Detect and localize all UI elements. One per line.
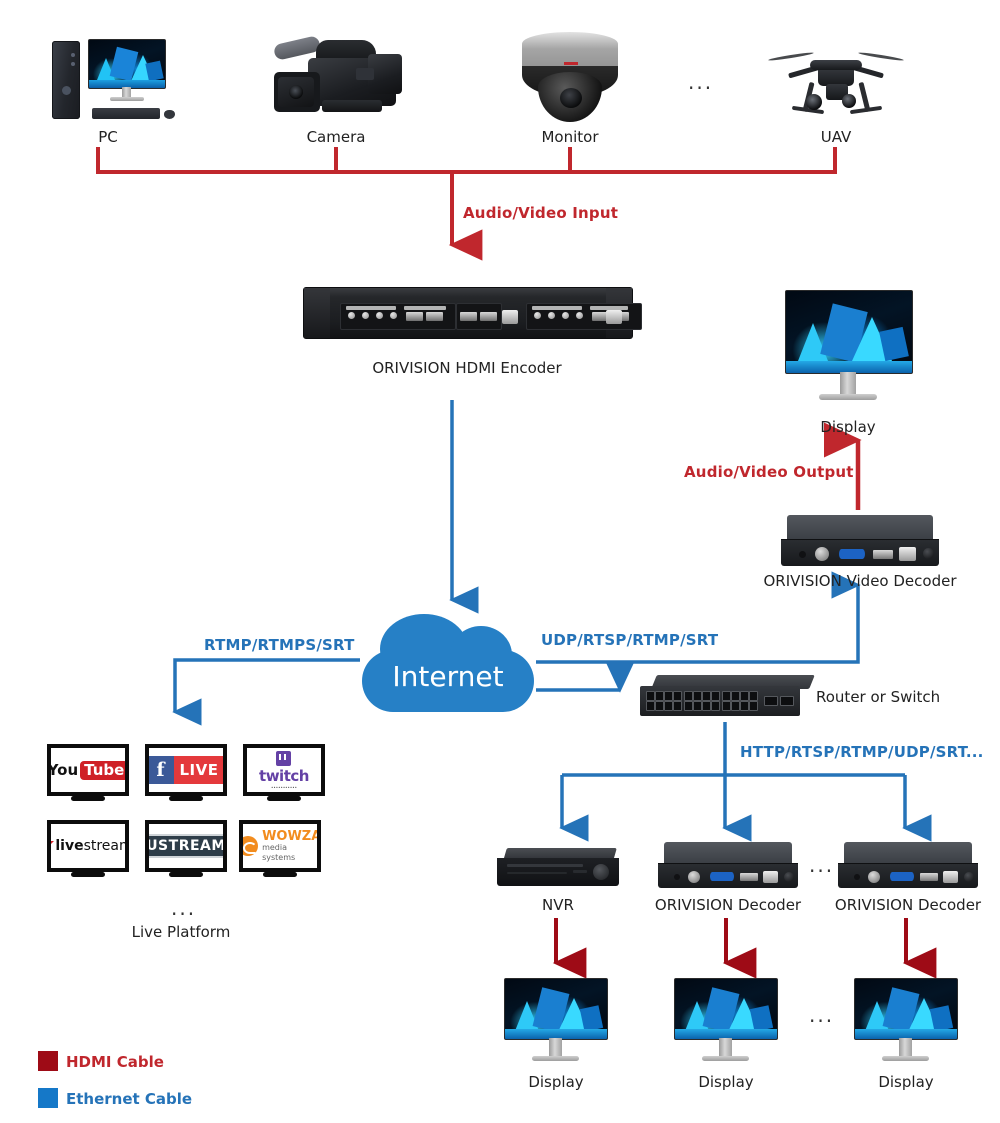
decoder-box-icon [658, 842, 798, 890]
wowza-text: WOWZA [262, 828, 321, 844]
monitor-icon [785, 290, 913, 415]
legend-swatch-hdmi [38, 1051, 58, 1071]
display-top-label: Display [820, 418, 876, 436]
platform-tile-wowza[interactable]: WOWZA media systems [239, 820, 321, 878]
platform-tile-ustream[interactable]: USTREAM [145, 820, 227, 878]
cloud-icon: Internet [358, 608, 538, 714]
endpoints-ellipsis: ... [809, 853, 835, 877]
wowza-subtext: media systems [262, 842, 296, 862]
source-label-pc: PC [98, 128, 118, 146]
cloud-label: Internet [392, 660, 504, 693]
livestream-text-b: stream [83, 838, 129, 854]
platform-tile-facebook-live[interactable]: f LIVE [145, 744, 227, 802]
legend-swatch-ethernet [38, 1088, 58, 1108]
diagram-canvas: PC Camera Monitor ... UAV Audio/Video In… [0, 0, 1000, 1123]
source-label-uav: UAV [820, 128, 852, 146]
link-label-audio-video-input: Audio/Video Input [463, 204, 619, 222]
twitch-text: twitch [259, 766, 309, 785]
sources-ellipsis: ... [688, 70, 714, 94]
monitor-icon [504, 978, 608, 1070]
monitor-icon [674, 978, 778, 1070]
wowza-swirl-icon [243, 836, 259, 856]
youtube-text-you: You [47, 760, 79, 779]
twitch-glyph-icon [276, 750, 292, 766]
drone-icon [766, 36, 906, 138]
nvr-icon [497, 848, 619, 890]
endpoint-label-nvr: NVR [542, 896, 574, 914]
youtube-text-tube: Tube [80, 760, 125, 780]
decoder-box-icon [838, 842, 978, 890]
link-label-lan: HTTP/RTSP/RTMP/UDP/SRT... [740, 743, 984, 761]
source-label-monitor: Monitor [541, 128, 599, 146]
legend-label-hdmi: HDMI Cable [66, 1053, 164, 1071]
link-label-udp: UDP/RTSP/RTMP/SRT [541, 631, 719, 649]
dome-camera-icon [514, 30, 626, 140]
decoder-box-icon [781, 515, 939, 567]
platform-tile-livestream[interactable]: live stream [47, 820, 129, 878]
livestream-text-a: live [55, 838, 84, 854]
facebook-f-glyph: f [149, 756, 174, 784]
live-platform-ellipsis: ... [171, 896, 197, 920]
camcorder-icon [268, 28, 408, 140]
source-label-camera: Camera [306, 128, 366, 146]
endpoint-label-decoder-2: ORIVISION Decoder [834, 896, 982, 914]
encoder-label: ORIVISION HDMI Encoder [372, 359, 562, 377]
twitch-subtext: ••••••••••• [271, 784, 297, 790]
display-label-2: Display [698, 1073, 754, 1091]
live-platform-caption: Live Platform [131, 923, 231, 941]
network-switch-icon [640, 675, 815, 719]
displays-ellipsis: ... [809, 1003, 835, 1027]
livestream-mark-icon [51, 840, 55, 852]
endpoint-label-decoder-1: ORIVISION Decoder [654, 896, 802, 914]
monitor-icon [854, 978, 958, 1070]
ustream-text: USTREAM [149, 834, 223, 858]
display-label-1: Display [528, 1073, 584, 1091]
link-label-rtmp: RTMP/RTMPS/SRT [204, 636, 355, 654]
rack-encoder-icon [303, 287, 642, 339]
legend-label-ethernet: Ethernet Cable [66, 1090, 193, 1108]
switch-label: Router or Switch [816, 688, 941, 706]
facebook-live-text: LIVE [173, 756, 223, 784]
desktop-computer-icon [48, 36, 175, 141]
platform-tile-twitch[interactable]: twitch ••••••••••• [243, 744, 325, 802]
decoder-top-label: ORIVISION Video Decoder [763, 572, 957, 590]
platform-tile-youtube[interactable]: You Tube [47, 744, 129, 802]
display-label-3: Display [878, 1073, 934, 1091]
link-label-audio-video-output: Audio/Video Output [684, 463, 854, 481]
